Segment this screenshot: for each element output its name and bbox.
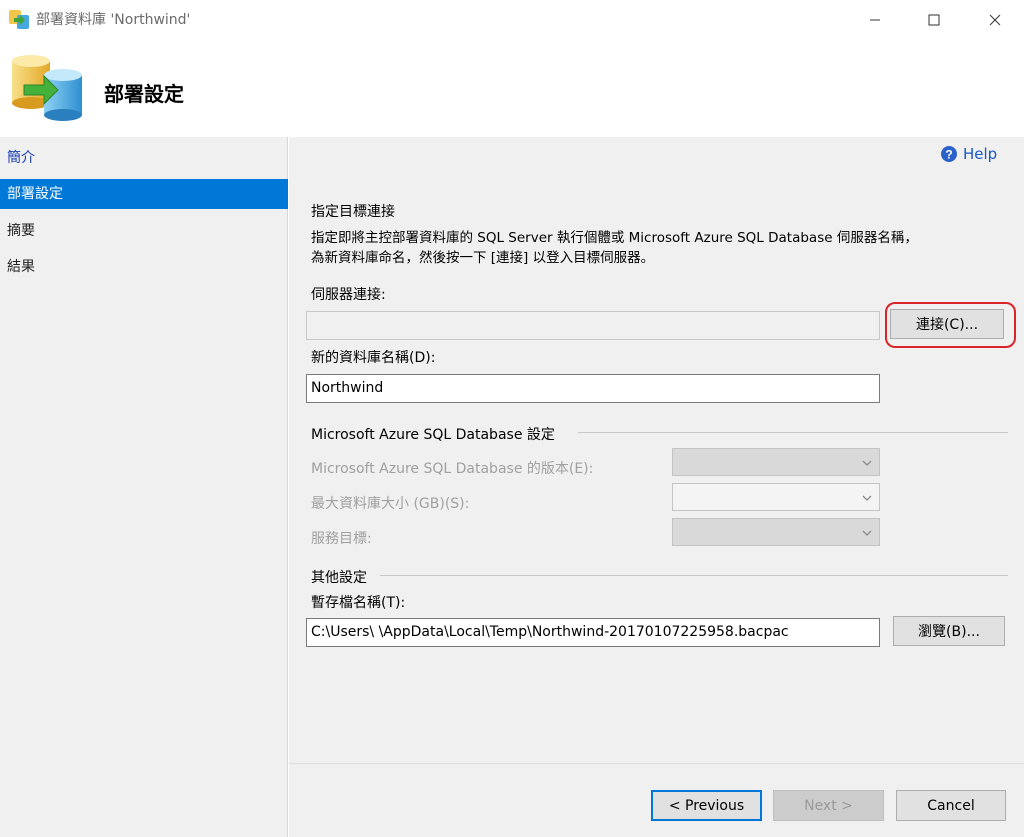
previous-button[interactable]: < Previous [651, 790, 762, 821]
connect-highlight [885, 302, 1016, 348]
azure-settings-group-label: Microsoft Azure SQL Database 設定 [311, 427, 555, 443]
database-name-label: 新的資料庫名稱(D): [311, 350, 436, 366]
target-heading: 指定目標連接 [311, 204, 395, 220]
server-connection-label: 伺服器連接: [311, 287, 386, 303]
azure-edition-dropdown [672, 448, 880, 476]
target-description-line1: 指定即將主控部署資料庫的 SQL Server 執行個體或 Microsoft … [311, 230, 918, 246]
database-name-input[interactable]: Northwind [306, 374, 880, 403]
wizard-sidebar: 簡介 部署設定 摘要 結果 [0, 137, 288, 837]
database-deploy-icon [9, 10, 29, 29]
chevron-down-icon [862, 460, 872, 466]
service-objective-dropdown [672, 518, 880, 546]
chevron-down-icon [862, 530, 872, 536]
sidebar-item-summary: 摘要 [7, 223, 35, 239]
service-objective-label: 服務目標: [311, 531, 372, 547]
target-description-line2: 為新資料庫命名，然後按一下 [連接] 以登入目標伺服器。 [311, 250, 655, 266]
window-title: 部署資料庫 'Northwind' [36, 12, 191, 28]
other-settings-group-label: 其他設定 [311, 570, 367, 586]
next-button: Next > [773, 790, 884, 821]
help-icon: ? [941, 146, 957, 162]
sidebar-item-intro[interactable]: 簡介 [0, 143, 288, 173]
minimize-icon [870, 19, 880, 21]
help-link[interactable]: ? Help [940, 145, 997, 163]
azure-edition-label: Microsoft Azure SQL Database 的版本(E): [311, 461, 594, 477]
azure-group-divider [578, 432, 1008, 433]
temp-file-label: 暫存檔名稱(T): [311, 595, 406, 611]
cancel-button[interactable]: Cancel [896, 790, 1006, 821]
sidebar-item-deploy-settings[interactable]: 部署設定 [0, 179, 288, 209]
minimize-button[interactable] [852, 0, 898, 40]
database-deploy-icon [12, 55, 82, 121]
browse-button[interactable]: 瀏覽(B)... [893, 616, 1005, 646]
footer-divider [289, 763, 1024, 764]
temp-file-input[interactable]: C:\Users\ \AppData\Local\Temp\Northwind-… [306, 618, 880, 647]
close-icon [989, 14, 1001, 26]
server-connection-field [306, 311, 880, 340]
chevron-down-icon [862, 495, 872, 501]
svg-text:?: ? [945, 148, 952, 162]
other-group-divider [380, 575, 1008, 576]
page-title: 部署設定 [104, 82, 184, 106]
maximize-icon [928, 14, 940, 26]
max-db-size-dropdown [672, 483, 880, 511]
close-button[interactable] [972, 0, 1018, 40]
max-db-size-label: 最大資料庫大小 (GB)(S): [311, 496, 470, 512]
sidebar-item-results: 結果 [7, 259, 35, 275]
maximize-button[interactable] [911, 0, 957, 40]
help-label: Help [963, 145, 998, 163]
